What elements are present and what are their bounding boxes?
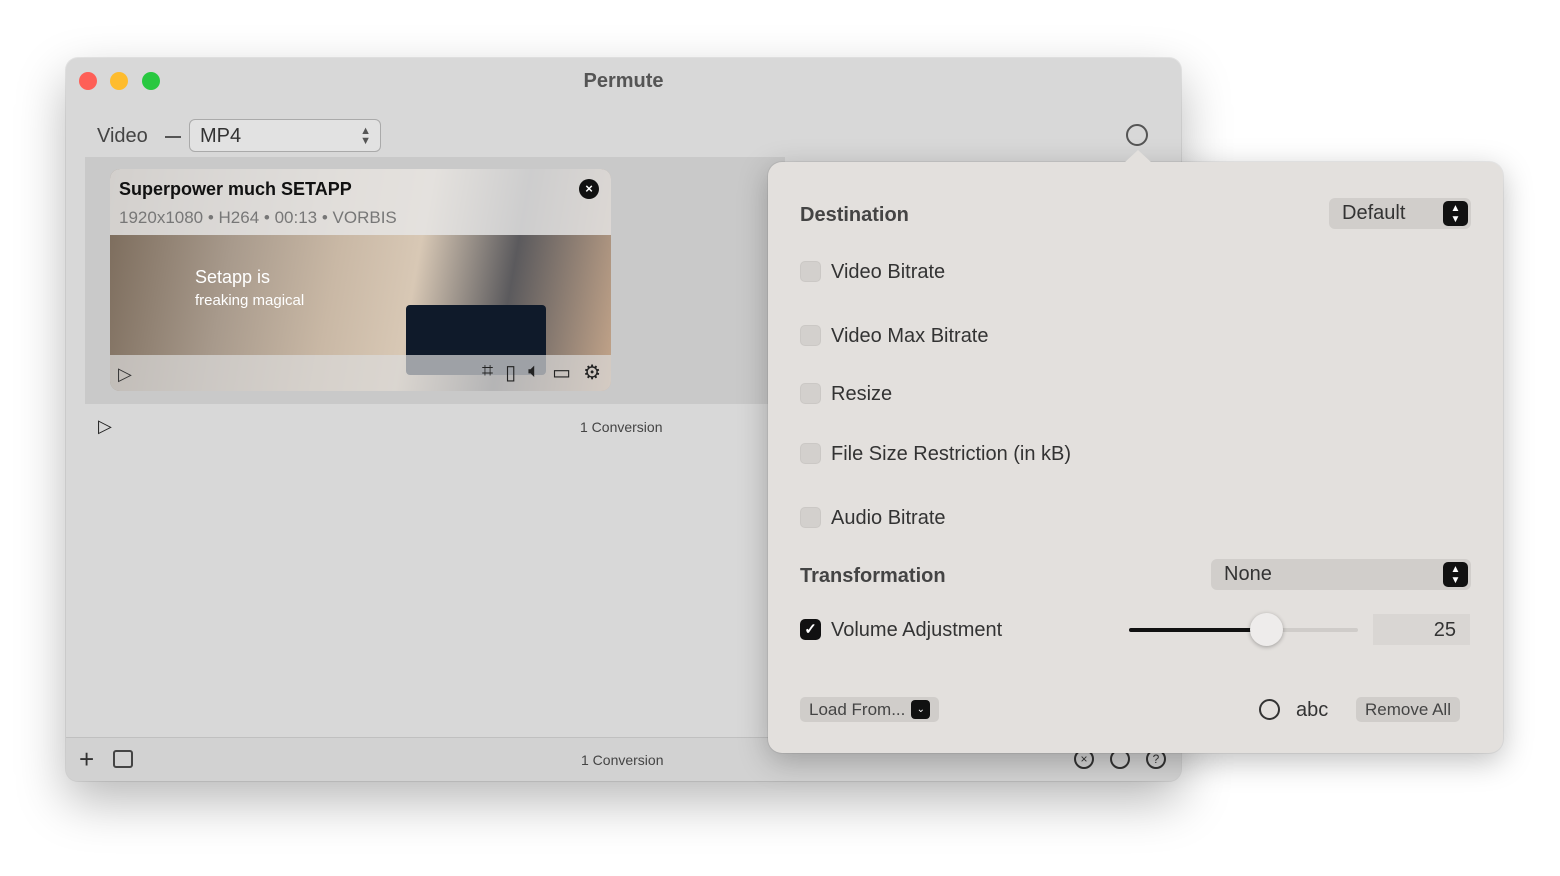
video-bitrate-label: Video Bitrate	[831, 261, 946, 283]
clock-icon[interactable]	[1259, 699, 1280, 720]
up-down-arrows-icon: ▲ ▼	[360, 125, 371, 147]
volume-slider-fill	[1129, 628, 1267, 632]
volume-adjustment-checkbox[interactable]: ✓	[800, 619, 821, 640]
destination-value: Default	[1342, 202, 1406, 224]
status-conversion-count: 1 Conversion	[581, 752, 664, 768]
separator-dash	[165, 136, 181, 138]
remove-item-button[interactable]: ×	[579, 179, 599, 199]
add-file-button[interactable]: +	[79, 744, 94, 775]
video-bitrate-checkbox[interactable]	[800, 261, 821, 282]
audio-icon[interactable]: 🔈︎	[528, 360, 540, 385]
file-size-restriction-label: File Size Restriction (in kB)	[831, 443, 1072, 465]
destination-label: Destination	[800, 204, 909, 226]
play-preview-icon[interactable]: ▷	[118, 364, 132, 385]
conversion-count: 1 Conversion	[580, 419, 663, 435]
format-select[interactable]: MP4 ▲ ▼	[189, 119, 381, 152]
resize-label: Resize	[831, 383, 893, 405]
resize-checkbox[interactable]	[800, 383, 821, 404]
format-type-label: Video	[97, 125, 148, 147]
settings-gear-icon[interactable]	[1126, 124, 1148, 146]
volume-slider-knob[interactable]	[1250, 613, 1284, 646]
file-size-restriction-checkbox[interactable]	[800, 443, 821, 464]
destination-select[interactable]: Default ▲ ▼	[1329, 198, 1471, 229]
subtitles-icon[interactable]: ▭	[552, 360, 571, 385]
settings-icon[interactable]: ⚙︎	[583, 360, 601, 385]
remove-all-button[interactable]: Remove All	[1356, 697, 1460, 722]
video-max-bitrate-label: Video Max Bitrate	[831, 325, 989, 347]
presets-icon[interactable]	[113, 750, 133, 768]
volume-adjustment-label: Volume Adjustment	[831, 619, 1003, 641]
transformation-select[interactable]: None ▲ ▼	[1211, 559, 1471, 590]
start-conversion-button[interactable]: ▷	[98, 416, 112, 437]
audio-bitrate-checkbox[interactable]	[800, 507, 821, 528]
item-title: Superpower much SETAPP	[119, 179, 352, 199]
transformation-label: Transformation	[800, 565, 946, 587]
load-from-label: Load From...	[809, 700, 906, 719]
audio-bitrate-label: Audio Bitrate	[831, 507, 946, 529]
transformation-value: None	[1224, 563, 1272, 585]
video-caption-1: Setapp is	[195, 267, 271, 287]
stepper-icon: ▲ ▼	[1443, 201, 1468, 226]
item-meta: 1920x1080 • H264 • 00:13 • VORBIS	[119, 208, 397, 227]
video-item-card[interactable]: Superpower much SETAPP 1920x1080 • H264 …	[110, 169, 611, 391]
trim-icon[interactable]: ▯	[505, 360, 516, 385]
volume-slider[interactable]	[1129, 613, 1358, 646]
volume-value-field[interactable]: 25	[1373, 614, 1470, 645]
video-caption-2: freaking magical	[195, 292, 305, 309]
format-value: MP4	[200, 125, 242, 147]
video-max-bitrate-checkbox[interactable]	[800, 325, 821, 346]
chevron-down-icon: ⌄	[911, 700, 931, 719]
abc-naming-button[interactable]: abc	[1296, 699, 1328, 722]
crop-icon[interactable]: ⌗	[482, 360, 493, 385]
window-title: Permute	[583, 70, 664, 92]
settings-popover: Destination Default ▲ ▼ Video Bitrate Vide…	[768, 150, 1503, 753]
stepper-icon: ▲ ▼	[1443, 562, 1468, 587]
load-from-button[interactable]: Load From... ⌄	[800, 697, 940, 722]
